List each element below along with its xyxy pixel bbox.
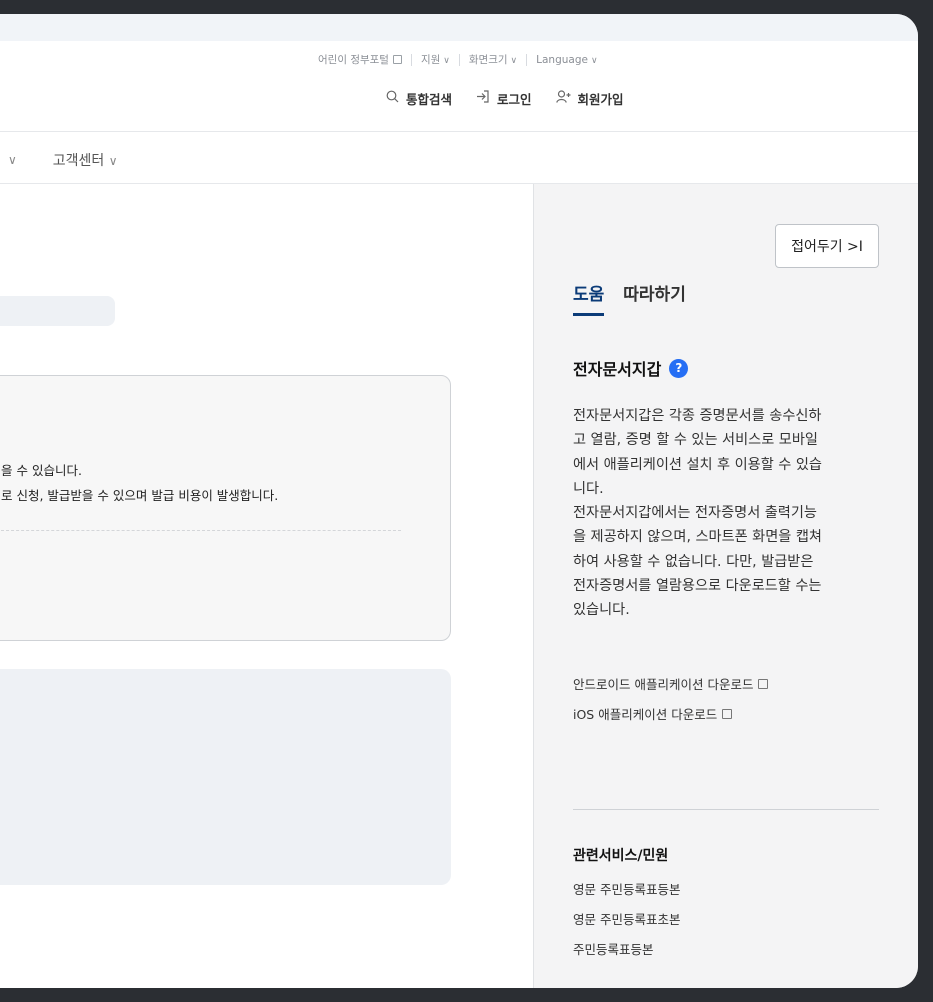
- panel-divider: [573, 809, 879, 810]
- related-services-list: 영문 주민등록표등본 영문 주민등록표초본 주민등록표등본: [573, 881, 680, 971]
- notice-text: 로 신청, 발급받을 수 있으며 발급 비용이 발생합니다.: [1, 488, 279, 503]
- related-item[interactable]: 주민등록표등본: [573, 941, 680, 971]
- chevron-down-icon: ∨: [108, 154, 118, 168]
- help-tabs: 도움 따라하기: [573, 280, 705, 316]
- utility-link-support[interactable]: 지원 ∨: [421, 52, 450, 67]
- notice-text: 을 수 있습니다.: [1, 463, 82, 478]
- divider: [410, 53, 412, 66]
- ios-download-link[interactable]: iOS 애플리케이션 다운로드: [573, 704, 733, 723]
- header-divider: [0, 131, 918, 132]
- external-link-icon: [392, 55, 402, 64]
- utility-link-screen-size[interactable]: 화면크기 ∨: [469, 52, 517, 67]
- signup-button[interactable]: 회원가입: [555, 89, 624, 108]
- external-link-icon: [758, 678, 769, 689]
- search-icon: [386, 90, 399, 107]
- header-actions: 통합검색 로그인 회원가입: [386, 89, 648, 108]
- chevron-down-icon: ∨: [443, 56, 450, 66]
- fold-button[interactable]: 접어두기 >I: [775, 224, 879, 268]
- external-link-icon: [722, 708, 733, 719]
- android-download-link[interactable]: 안드로이드 애플리케이션 다운로드: [573, 674, 769, 693]
- dashed-divider: [1, 530, 401, 531]
- help-panel: 접어두기 >I 도움 따라하기 전자문서지갑 ? 전자문서지갑은 각종 증명문서…: [533, 184, 918, 988]
- progress-pill: [0, 296, 115, 326]
- tab-help[interactable]: 도움: [573, 280, 605, 316]
- login-icon: [476, 90, 490, 107]
- related-item[interactable]: 영문 주민등록표초본: [573, 911, 680, 941]
- browser-viewport: 어린이 정부포털 지원 ∨ 화면크기 ∨ Language ∨ 통합검색 로그인 회원…: [0, 14, 918, 988]
- chevron-down-icon: ∨: [590, 55, 598, 66]
- nav-item-customer-center[interactable]: 고객센터 ∨: [53, 150, 118, 170]
- help-title: 전자문서지갑 ?: [573, 356, 689, 380]
- info-box: [0, 669, 451, 885]
- user-add-icon: [555, 90, 571, 107]
- divider: [458, 53, 460, 66]
- notice-card: 을 수 있습니다. 로 신청, 발급받을 수 있으며 발급 비용이 발생합니다.: [0, 375, 451, 641]
- related-services-title: 관련서비스/민원: [573, 848, 669, 864]
- question-icon[interactable]: ?: [669, 358, 689, 378]
- utility-link-kids-portal[interactable]: 어린이 정부포털: [318, 52, 402, 67]
- chevron-down-icon[interactable]: ∨: [8, 153, 17, 167]
- top-strip: [0, 14, 918, 41]
- related-item[interactable]: 영문 주민등록표등본: [573, 881, 680, 911]
- divider: [526, 53, 528, 66]
- tab-follow-along[interactable]: 따라하기: [623, 280, 686, 316]
- search-button[interactable]: 통합검색: [386, 89, 452, 108]
- chevron-down-icon: ∨: [510, 56, 518, 66]
- login-button[interactable]: 로그인: [476, 89, 532, 108]
- utility-link-language[interactable]: Language ∨: [536, 54, 597, 66]
- main-nav: ∨ 고객센터 ∨: [0, 150, 118, 170]
- utility-bar: 어린이 정부포털 지원 ∨ 화면크기 ∨ Language ∨: [318, 52, 598, 67]
- help-description: 전자문서지갑은 각종 증명문서를 송수신하 고 열람, 증명 할 수 있는 서비…: [573, 408, 822, 619]
